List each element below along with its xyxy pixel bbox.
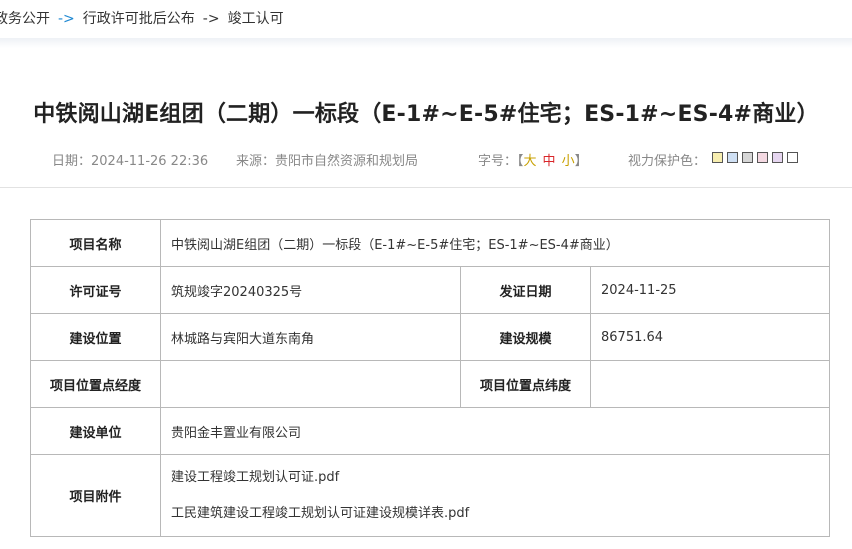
font-size-medium-button[interactable]: 中 [543,154,556,169]
project-name-value: 中铁阅山湖E组团（二期）一标段（E-1#~E-5#住宅；ES-1#~ES-4#商… [160,219,830,267]
builder-value: 贵阳金丰置业有限公司 [160,407,830,455]
longitude-label: 项目位置点经度 [30,360,161,408]
attachment-link[interactable]: 工民建筑建设工程竣工规划认可证建设规模详表.pdf [171,505,819,523]
breadcrumb-link-gov-open[interactable]: 政务公开 [0,11,50,27]
permit-info-table: 项目名称 中铁阅山湖E组团（二期）一标段（E-1#~E-5#住宅；ES-1#~E… [30,219,830,537]
permit-no-value: 筑规竣字20240325号 [160,266,461,314]
breadcrumb-link-permit-publish[interactable]: 行政许可批后公布 [83,11,195,27]
issue-date-label: 发证日期 [460,266,591,314]
font-size-small-button[interactable]: 小 [562,154,575,169]
font-size-bracket-close: 】 [574,154,588,169]
font-size-large-button[interactable]: 大 [524,154,537,169]
font-size-label: 字号： [478,154,518,169]
latitude-label: 项目位置点纬度 [460,360,591,408]
breadcrumb: 政务公开 -> 行政许可批后公布 -> 竣工认可 [0,8,284,28]
location-label: 建设位置 [30,313,161,361]
breadcrumb-separator: -> [58,11,75,27]
eye-color-yellow-swatch[interactable] [712,152,723,163]
latitude-value [590,360,830,408]
content-divider [0,187,852,188]
header-divider-band [0,38,852,48]
table-row: 项目位置点经度 项目位置点纬度 [30,360,830,408]
eye-color-gray-swatch[interactable] [742,152,753,163]
issue-date-value: 2024-11-25 [590,266,830,314]
eye-protection-swatches [712,152,798,163]
page-title: 中铁阅山湖E组团（二期）一标段（E-1#~E-5#住宅；ES-1#~ES-4#商… [33,102,819,127]
eye-protection-label: 视力保护色： [628,154,707,169]
permit-no-label: 许可证号 [30,266,161,314]
font-size-switcher: 字号：【大中小】 [478,150,588,169]
attachment-link[interactable]: 建设工程竣工规划认可证.pdf [171,469,819,487]
builder-label: 建设单位 [30,407,161,455]
table-row: 建设单位 贵阳金丰置业有限公司 [30,407,830,455]
table-row: 建设位置 林城路与宾阳大道东南角 建设规模 86751.64 [30,313,830,361]
attachments-label: 项目附件 [30,454,161,537]
breadcrumb-link-completion[interactable]: 竣工认可 [228,11,284,27]
eye-color-white-swatch[interactable] [787,152,798,163]
breadcrumb-separator: -> [202,11,220,27]
table-row: 项目附件 建设工程竣工规划认可证.pdf 工民建筑建设工程竣工规划认可证建设规模… [30,454,830,537]
table-row: 许可证号 筑规竣字20240325号 发证日期 2024-11-25 [30,266,830,314]
table-row: 项目名称 中铁阅山湖E组团（二期）一标段（E-1#~E-5#住宅；ES-1#~E… [30,219,830,267]
eye-color-pink-swatch[interactable] [757,152,768,163]
publish-date: 日期：2024-11-26 22:36 [52,154,209,169]
location-value: 林城路与宾阳大道东南角 [160,313,461,361]
eye-color-blue-swatch[interactable] [727,152,738,163]
project-name-label: 项目名称 [30,219,161,267]
scale-label: 建设规模 [460,313,591,361]
eye-color-purple-swatch[interactable] [772,152,783,163]
article-source: 来源：贵阳市自然资源和规划局 [236,154,419,169]
longitude-value [160,360,461,408]
attachments-cell: 建设工程竣工规划认可证.pdf 工民建筑建设工程竣工规划认可证建设规模详表.pd… [160,454,830,537]
scale-value: 86751.64 [590,313,830,361]
